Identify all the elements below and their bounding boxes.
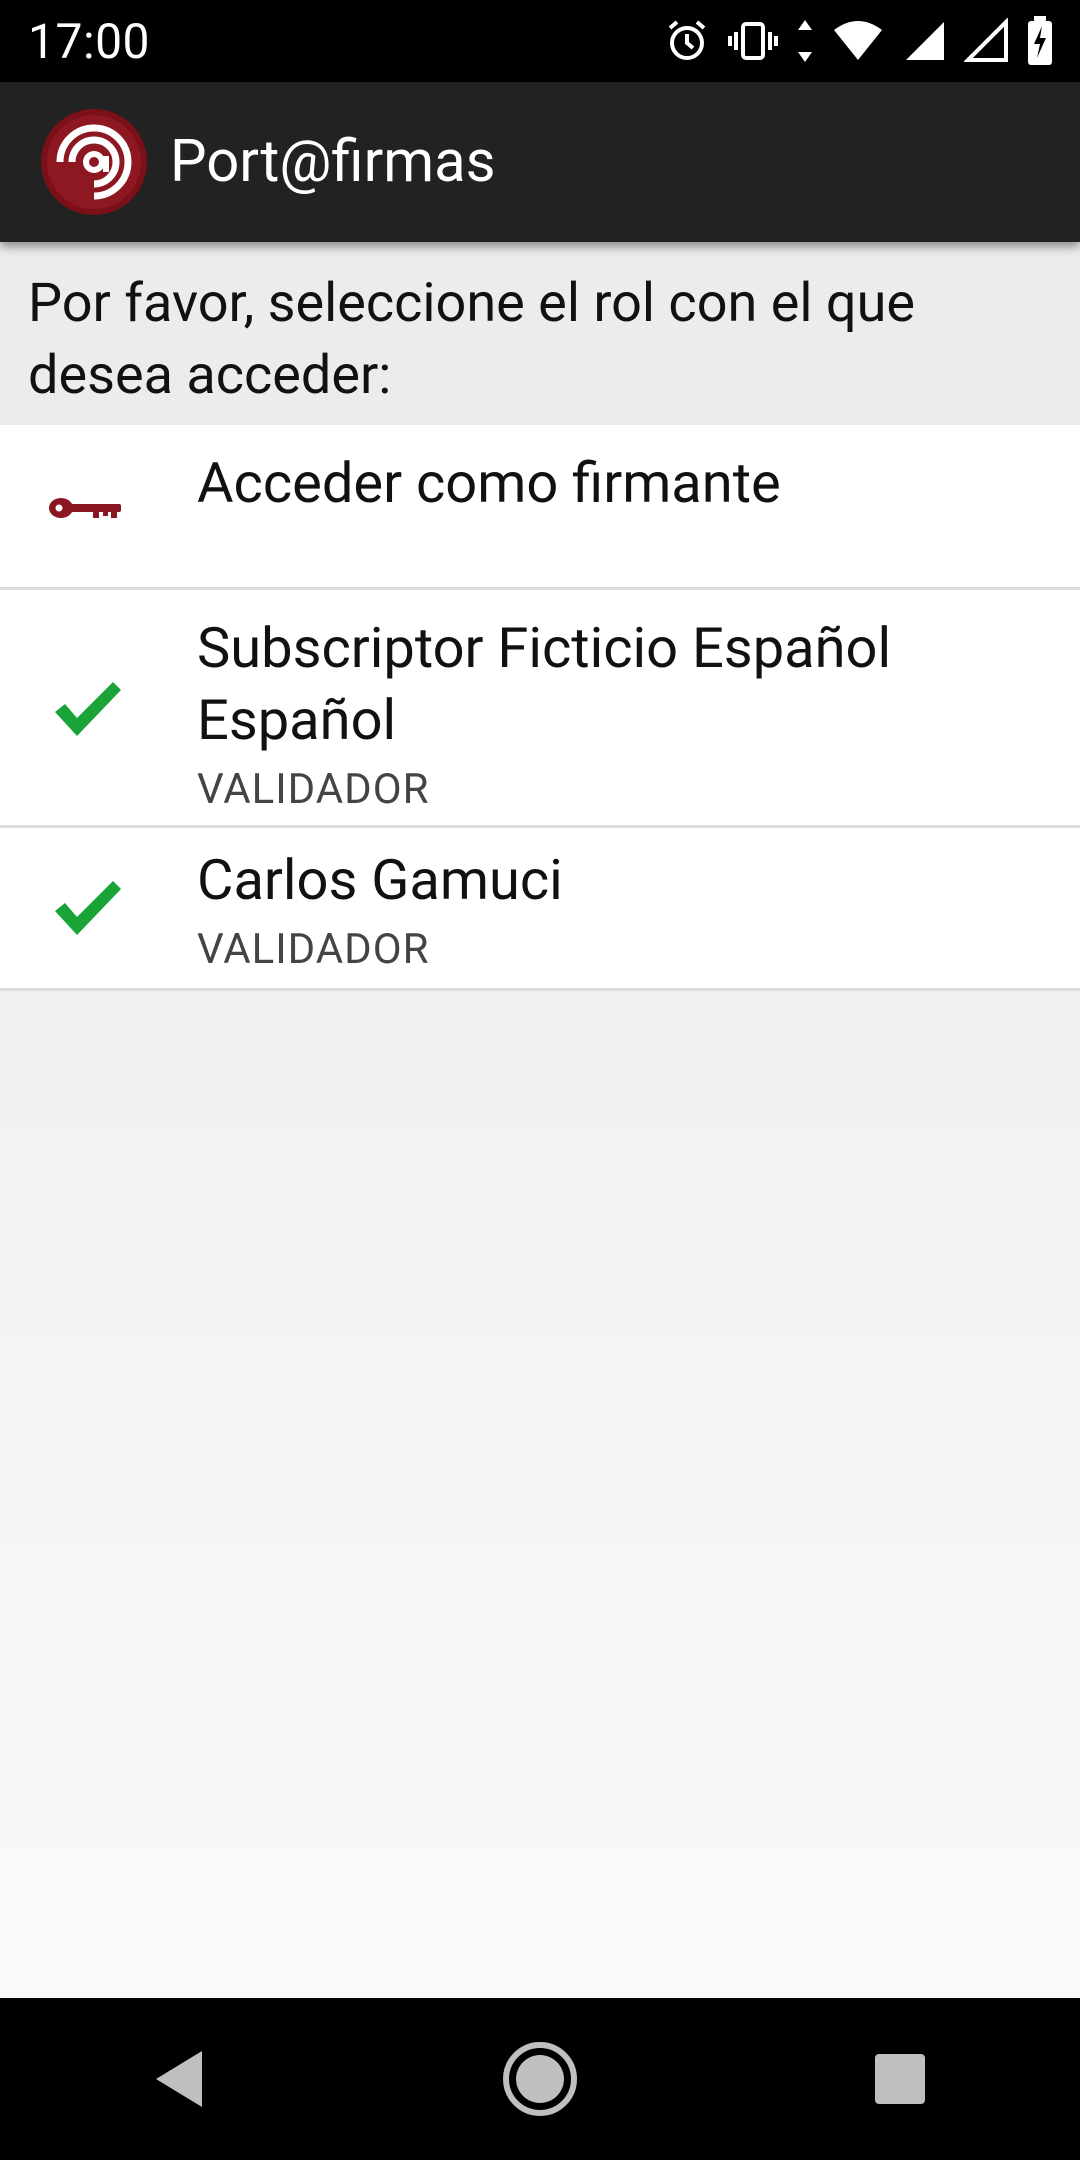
checkmark-icon <box>42 863 132 953</box>
key-icon <box>42 463 132 553</box>
back-icon[interactable] <box>125 2024 235 2134</box>
data-arrows-icon <box>798 20 812 62</box>
status-time: 17:00 <box>28 12 151 70</box>
role-list: Acceder como firmante Subscriptor Fictic… <box>0 425 1080 991</box>
recents-icon[interactable] <box>845 2024 955 2134</box>
app-bar: Port@firmas <box>0 82 1080 242</box>
role-type: VALIDADOR <box>197 765 430 814</box>
empty-content-area <box>0 991 1080 1998</box>
role-item-validador-2[interactable]: Carlos Gamuci VALIDADOR <box>0 828 1080 991</box>
vibrate-icon <box>728 22 778 60</box>
signal-icon <box>906 22 944 60</box>
role-item-firmante[interactable]: Acceder como firmante <box>0 425 1080 590</box>
role-name: Subscriptor Ficticio Español Español <box>197 615 892 753</box>
role-item-validador-1[interactable]: Subscriptor Ficticio Español Español VAL… <box>0 590 1080 828</box>
portafirmas-logo <box>41 109 147 215</box>
navigation-bar <box>0 1998 1080 2160</box>
app-title: Port@firmas <box>170 128 496 196</box>
home-icon[interactable] <box>485 2024 595 2134</box>
role-type: VALIDADOR <box>197 925 430 974</box>
alarm-icon <box>668 20 706 60</box>
role-prompt: Por favor, seleccione el rol con el que … <box>0 242 1080 425</box>
battery-charging-icon <box>1028 16 1052 65</box>
checkmark-icon <box>42 664 132 754</box>
status-bar: 17:00 <box>0 0 1080 82</box>
wifi-icon <box>834 21 882 60</box>
status-icons <box>664 16 1054 66</box>
role-name: Carlos Gamuci <box>197 847 563 913</box>
signal-icon <box>964 18 1008 62</box>
role-name: Acceder como firmante <box>197 450 781 516</box>
